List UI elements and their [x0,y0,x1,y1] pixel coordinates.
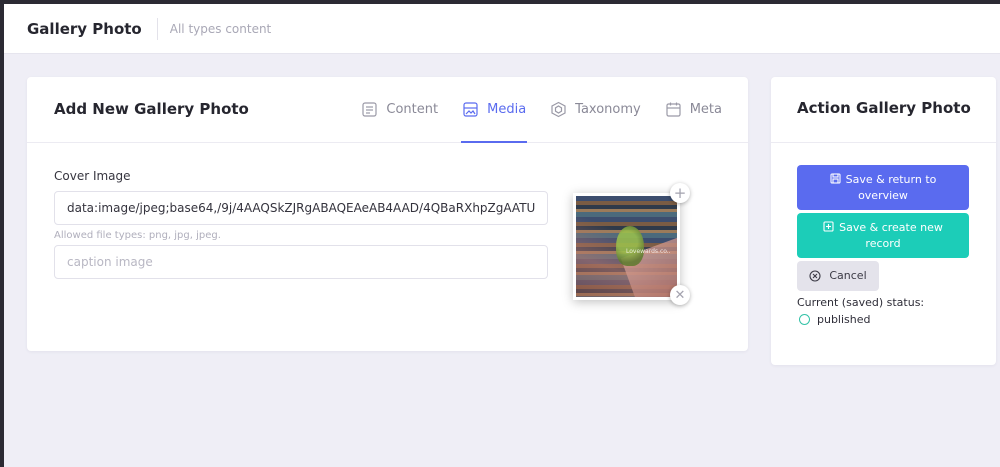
tab-media-label: Media [487,101,527,117]
action-card: Action Gallery Photo Save & return to ov… [771,77,996,365]
remove-image-button[interactable]: ✕ [670,285,690,305]
status-indicator: published [799,313,871,326]
tab-taxonomy-label: Taxonomy [575,101,641,117]
save-create-button[interactable]: Save & create new record [797,213,969,258]
taxonomy-icon [550,101,567,118]
save-return-label: Save & return to overview [845,172,937,202]
cancel-icon [809,270,821,282]
save-return-button[interactable]: Save & return to overview [797,165,969,210]
title-divider [156,17,158,40]
tab-content-label: Content [386,101,439,117]
tab-meta-label: Meta [689,101,722,117]
file-type-hint: Allowed file types: png, jpg, jpeg. [54,230,221,241]
meta-icon [665,101,682,118]
status-label: Current (saved) status: [797,296,925,309]
action-card-heading: Action Gallery Photo [797,99,971,117]
cover-image-thumbnail: Lovewards.co.. [576,196,677,297]
tab-content[interactable]: Content [360,77,439,143]
tab-taxonomy[interactable]: Taxonomy [549,77,642,143]
media-icon [462,101,479,118]
plus-icon: + [673,183,687,202]
card-heading: Add New Gallery Photo [54,100,249,118]
page-subtitle: All types content [169,21,272,36]
save-icon [830,172,841,184]
tab-meta[interactable]: Meta [664,77,723,143]
plus-square-icon [823,220,834,232]
action-card-header: Action Gallery Photo [771,77,996,143]
page-title: Gallery Photo [27,19,142,38]
cover-image-label: Cover Image [54,169,131,183]
tab-media[interactable]: Media [461,77,528,143]
cover-image-preview: Lovewards.co.. [573,193,680,300]
content-icon [361,101,378,118]
save-create-label: Save & create new record [839,220,943,250]
caption-input[interactable] [54,245,548,279]
top-bar: Gallery Photo All types content [4,4,1000,54]
tab-bar: Content Media Taxonomy Meta [338,77,723,143]
window-frame-left [0,0,4,467]
add-image-button[interactable]: + [670,183,690,203]
cover-image-input[interactable] [54,191,548,225]
status-dot-icon [799,314,810,325]
close-icon: ✕ [674,287,686,303]
cancel-label: Cancel [829,269,867,282]
thumbnail-figure [616,226,644,266]
card-header: Add New Gallery Photo Content Media Taxo… [27,77,748,143]
thumbnail-watermark: Lovewards.co.. [626,248,671,255]
cancel-button[interactable]: Cancel [797,261,879,291]
add-gallery-photo-card: Add New Gallery Photo Content Media Taxo… [27,77,748,351]
status-value: published [817,313,871,326]
